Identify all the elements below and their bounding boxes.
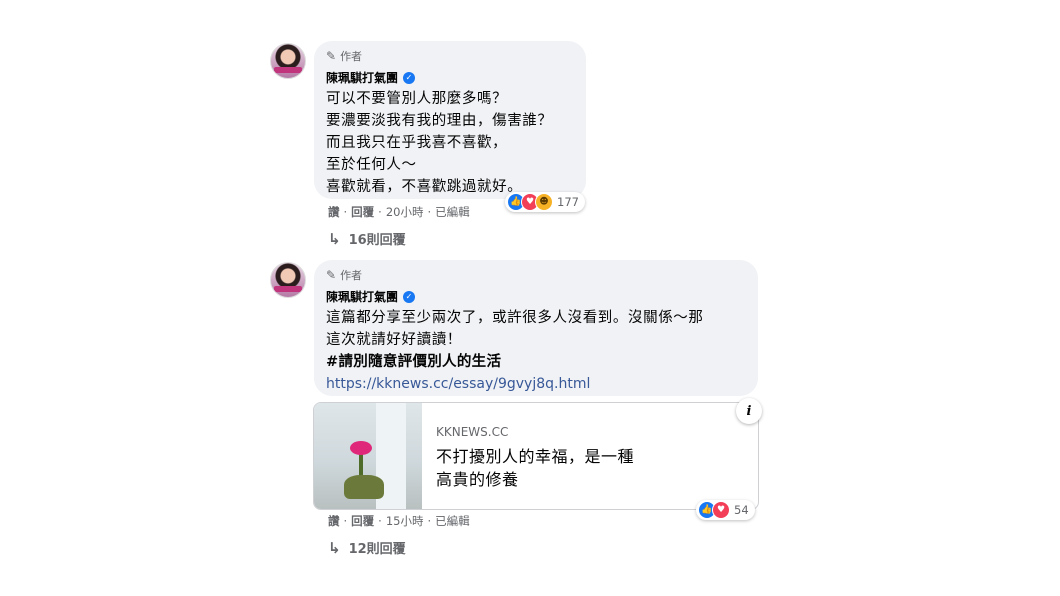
author-badge: ✎ 作者 <box>326 266 746 284</box>
reply-arrow-icon: ↳ <box>328 538 341 557</box>
avatar-tag <box>274 67 302 73</box>
reaction-count: 177 <box>557 195 579 209</box>
reply-button[interactable]: 回覆 <box>351 513 374 529</box>
avatar[interactable] <box>270 262 306 298</box>
comment-actions: 讚 · 回覆 · 20小時 · 已編輯 <box>328 204 470 220</box>
reaction-count: 54 <box>734 503 749 517</box>
view-replies-button[interactable]: ↳ 12則回覆 <box>328 538 406 558</box>
edited-label[interactable]: 已編輯 <box>435 513 470 529</box>
avatar[interactable] <box>270 43 306 79</box>
cactus-stem <box>359 453 363 477</box>
info-icon[interactable]: i <box>736 398 762 424</box>
timestamp[interactable]: 20小時 <box>386 204 424 220</box>
comment-text: 可以不要管別人那麼多嗎？ 要濃要淡我有我的理由，傷害誰？ 而且我只在乎我喜不喜歡… <box>326 91 553 195</box>
comment-text: 這篇都分享至少兩次了，或許很多人沒看到。沒關係～那 這次就請好好讀讀！ <box>326 310 704 348</box>
author-name[interactable]: 陳珮騏打氣團 <box>326 288 398 305</box>
reaction-summary[interactable]: 👍 ♥ ☻ 177 <box>505 192 585 212</box>
separator: · <box>343 514 348 528</box>
author-badge: ✎ 作者 <box>326 47 574 65</box>
hashtag-link[interactable]: #請別隨意評價別人的生活 <box>326 351 746 373</box>
edited-label[interactable]: 已編輯 <box>435 204 470 220</box>
link-preview-card[interactable]: KKNEWS.CC 不打擾別人的幸福，是一種高貴的修養 <box>313 402 759 510</box>
author-badge-label: 作者 <box>340 269 363 282</box>
reply-arrow-icon: ↳ <box>328 229 341 248</box>
like-button[interactable]: 讚 <box>328 204 340 220</box>
love-reaction-icon: ♥ <box>712 501 730 519</box>
author-name-row: 陳珮騏打氣團 ✓ <box>326 288 746 305</box>
haha-reaction-icon: ☻ <box>535 193 553 211</box>
replies-label: 16則回覆 <box>348 233 406 248</box>
author-name[interactable]: 陳珮騏打氣團 <box>326 69 398 86</box>
separator: · <box>378 514 382 528</box>
avatar-tag <box>274 286 302 292</box>
reaction-summary[interactable]: 👍 ♥ 54 <box>696 500 755 520</box>
separator: · <box>427 205 432 219</box>
separator: · <box>378 205 382 219</box>
view-replies-button[interactable]: ↳ 16則回覆 <box>328 229 406 249</box>
link-preview-title: 不打擾別人的幸福，是一種高貴的修養 <box>436 447 635 489</box>
timestamp[interactable]: 15小時 <box>386 513 424 529</box>
author-name-row: 陳珮騏打氣團 ✓ <box>326 69 574 86</box>
verified-check-icon: ✓ <box>403 71 416 84</box>
pencil-icon: ✎ <box>326 268 337 282</box>
reply-button[interactable]: 回覆 <box>351 204 374 220</box>
replies-label: 12則回覆 <box>348 542 406 557</box>
separator: · <box>427 514 432 528</box>
comment-bubble: ✎ 作者 陳珮騏打氣團 ✓ 這篇都分享至少兩次了，或許很多人沒看到。沒關係～那 … <box>314 260 758 396</box>
link-preview-domain: KKNEWS.CC <box>436 425 509 439</box>
comment-bubble: ✎ 作者 陳珮騏打氣團 ✓ 可以不要管別人那麼多嗎？ 要濃要淡我有我的理由，傷害… <box>314 41 586 199</box>
link-preview-image <box>314 403 422 509</box>
separator: · <box>343 205 348 219</box>
author-badge-label: 作者 <box>340 50 363 63</box>
cactus-pot <box>344 475 384 499</box>
cactus-flower <box>350 441 372 455</box>
url-link[interactable]: https://kknews.cc/essay/9gvyj8q.html <box>326 373 746 395</box>
verified-check-icon: ✓ <box>403 290 416 303</box>
like-button[interactable]: 讚 <box>328 513 340 529</box>
pencil-icon: ✎ <box>326 49 337 63</box>
comment-actions: 讚 · 回覆 · 15小時 · 已編輯 <box>328 513 470 529</box>
